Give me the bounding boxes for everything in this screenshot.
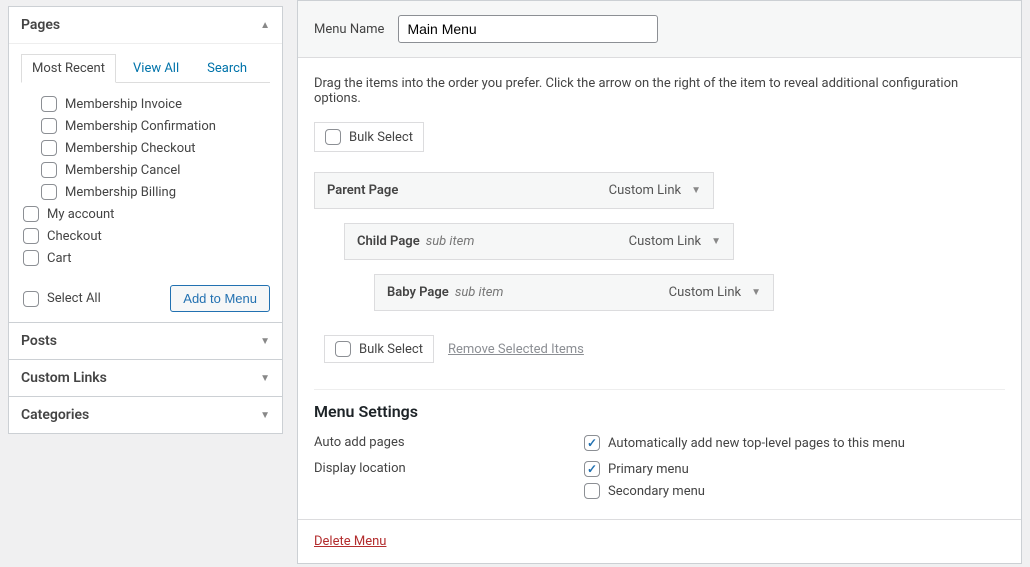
expand-icon: ▼ [260,336,270,347]
display-location-label: Display location [314,461,584,476]
menu-item-type: Custom Link [609,183,681,198]
checkbox[interactable] [41,96,57,112]
page-item[interactable]: Membership Billing [21,181,264,203]
panel-title-categories: Categories [21,407,89,423]
delete-menu-link[interactable]: Delete Menu [314,534,386,549]
menu-name-label: Menu Name [314,22,384,37]
checkbox[interactable] [23,250,39,266]
auto-add-label: Auto add pages [314,435,584,450]
menu-item-title: Baby Page [387,285,449,300]
checkbox[interactable] [335,341,351,357]
collapse-icon: ▲ [260,20,270,31]
panel-header-posts[interactable]: Posts ▼ [9,323,282,359]
remove-selected-link: Remove Selected Items [448,342,584,357]
panel-title-pages: Pages [21,17,60,33]
menu-item-parent[interactable]: Parent Page Custom Link ▼ [314,172,714,209]
select-all[interactable]: Select All [21,288,101,310]
menu-item-type: Custom Link [629,234,701,249]
checkbox[interactable] [23,228,39,244]
checkbox[interactable] [584,461,600,477]
page-item[interactable]: Membership Confirmation [21,115,264,137]
panel-header-categories[interactable]: Categories ▼ [9,397,282,433]
menu-item-title: Parent Page [327,183,398,198]
checkbox[interactable] [41,162,57,178]
checkbox[interactable] [23,206,39,222]
tab-view-all[interactable]: View All [122,54,190,83]
menu-item-subtitle: sub item [426,234,475,249]
page-item[interactable]: Membership Checkout [21,137,264,159]
checkbox[interactable] [41,140,57,156]
page-item[interactable]: Cart [21,247,264,269]
location-secondary[interactable]: Secondary menu [584,483,705,499]
checkbox[interactable] [23,291,39,307]
bulk-select-top[interactable]: Bulk Select [314,122,424,152]
menu-item-title: Child Page [357,234,420,249]
page-item[interactable]: Membership Cancel [21,159,264,181]
checkbox[interactable] [584,483,600,499]
menu-item-type: Custom Link [669,285,741,300]
chevron-down-icon[interactable]: ▼ [751,287,761,298]
checkbox[interactable] [584,435,600,451]
auto-add-option[interactable]: Automatically add new top-level pages to… [584,435,905,451]
location-primary[interactable]: Primary menu [584,461,705,477]
menu-name-input[interactable] [398,15,658,43]
panel-title-custom-links: Custom Links [21,370,107,386]
add-to-menu-button[interactable]: Add to Menu [170,285,270,312]
panel-header-pages[interactable]: Pages ▲ [9,7,282,44]
menu-item-child[interactable]: Child Page sub item Custom Link ▼ [344,223,734,260]
page-item[interactable]: Checkout [21,225,264,247]
panel-header-custom-links[interactable]: Custom Links ▼ [9,360,282,396]
menu-settings-heading: Menu Settings [314,402,1005,421]
page-item[interactable]: Membership Invoice [21,93,264,115]
chevron-down-icon[interactable]: ▼ [711,236,721,247]
instructions-text: Drag the items into the order you prefer… [298,58,1021,122]
page-item[interactable]: My account [21,203,264,225]
tab-search[interactable]: Search [196,54,258,83]
expand-icon: ▼ [260,373,270,384]
pages-checklist[interactable]: Membership Invoice Membership Confirmati… [21,93,270,269]
tab-most-recent[interactable]: Most Recent [21,54,116,83]
menu-item-baby[interactable]: Baby Page sub item Custom Link ▼ [374,274,774,311]
bulk-select-bottom[interactable]: Bulk Select [324,335,434,363]
checkbox[interactable] [325,129,341,145]
chevron-down-icon[interactable]: ▼ [691,185,701,196]
checkbox[interactable] [41,118,57,134]
expand-icon: ▼ [260,410,270,421]
checkbox[interactable] [41,184,57,200]
panel-title-posts: Posts [21,333,57,349]
menu-item-subtitle: sub item [455,285,504,300]
